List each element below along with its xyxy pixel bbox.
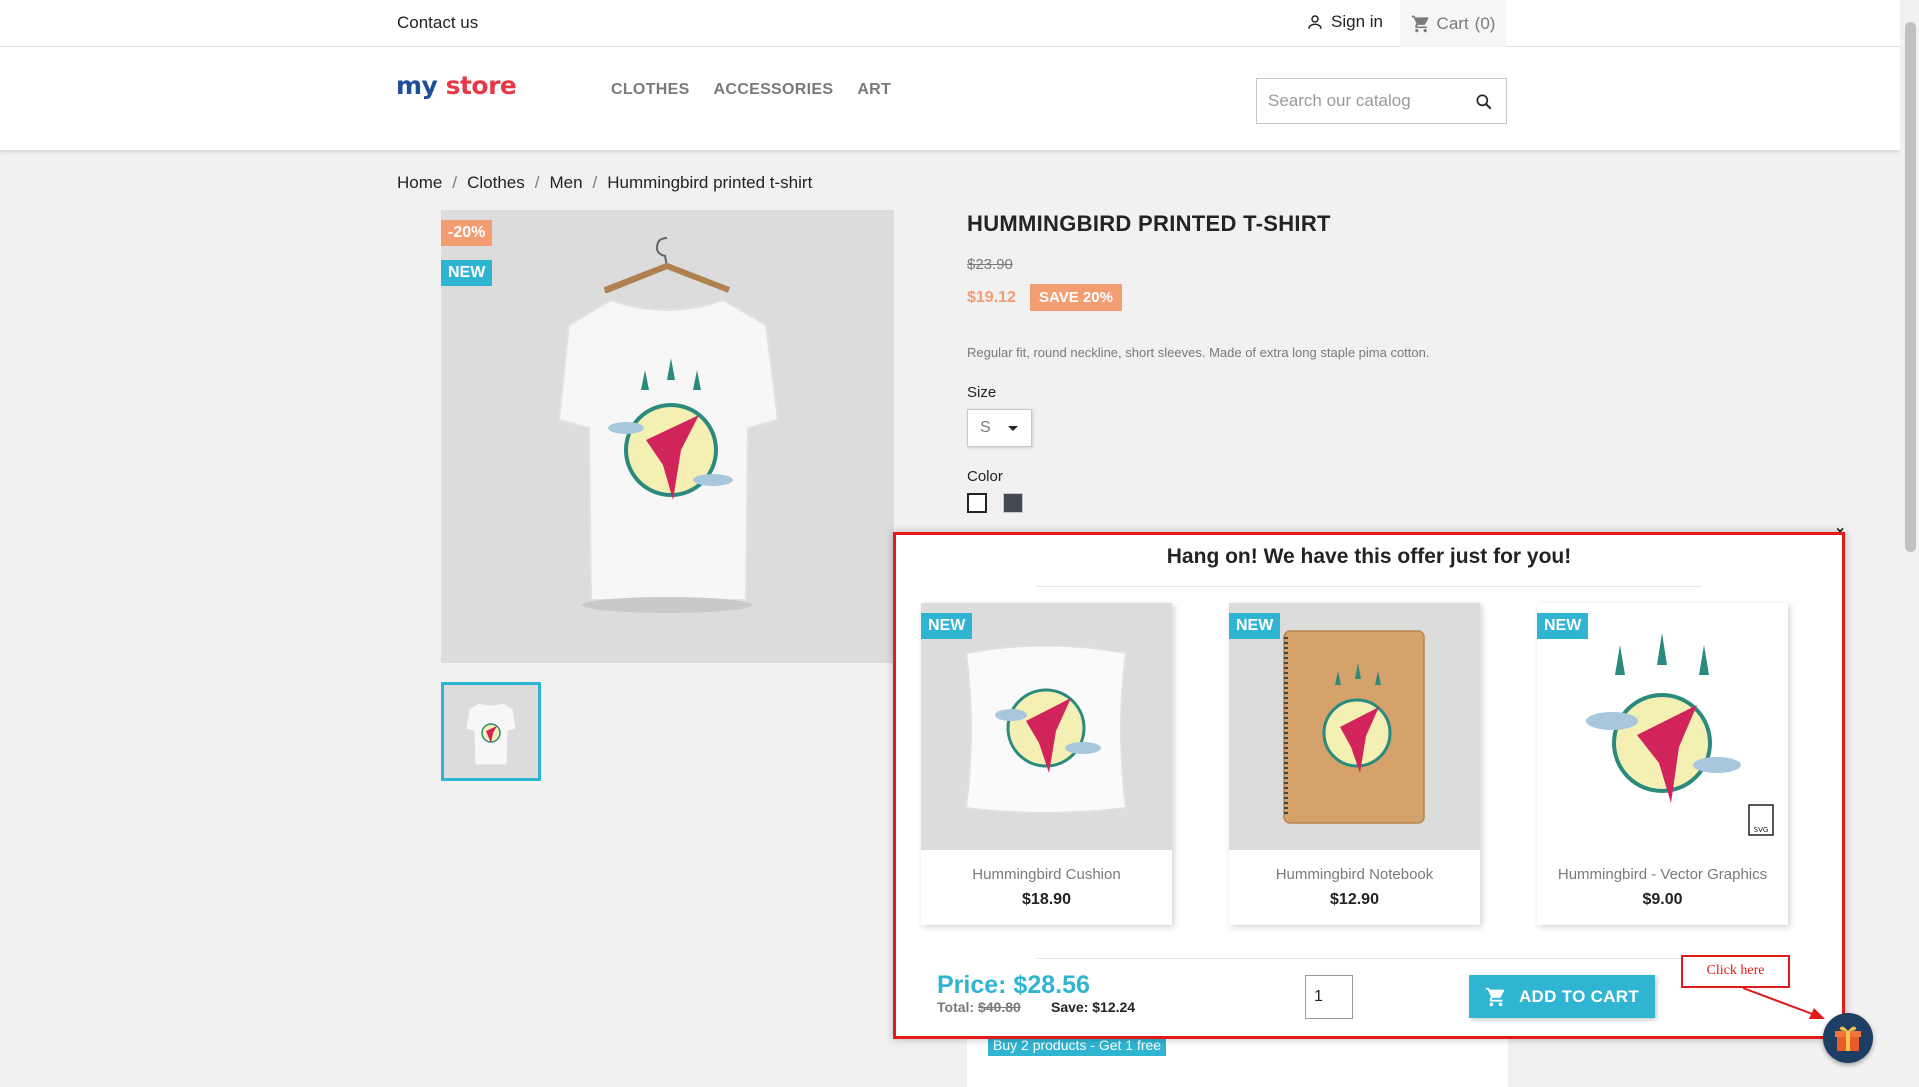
cart-count: (0)	[1474, 13, 1496, 33]
product-card-notebook[interactable]: NEW Hummingbird Notebook $12.90	[1229, 603, 1480, 925]
cushion-illustration	[964, 644, 1128, 814]
popup-title: Hang on! We have this offer just for you…	[1166, 545, 1572, 568]
logo-store: store	[445, 71, 517, 100]
breadcrumb-separator: /	[534, 173, 540, 192]
search-input[interactable]	[1257, 79, 1457, 123]
scrollbar-thumb[interactable]	[1905, 22, 1916, 552]
bundle-total: Total: $40.80	[937, 999, 1021, 1015]
main-nav: CLOTHES ACCESSORIES ART	[611, 81, 891, 99]
divider	[1036, 958, 1702, 959]
breadcrumb-separator: /	[452, 173, 458, 192]
cart-label: Cart	[1436, 13, 1469, 33]
current-price: $19.12	[967, 289, 1016, 306]
new-badge: NEW	[921, 613, 973, 639]
size-select[interactable]: S	[967, 409, 1032, 447]
breadcrumb: Home / Clothes / Men / Hummingbird print…	[397, 173, 812, 193]
save-badge: SAVE 20%	[1030, 284, 1122, 311]
total-label: Total:	[937, 999, 975, 1015]
svg-file-tag: SVG	[1754, 826, 1769, 834]
new-badge: NEW	[1537, 613, 1589, 639]
new-badge: NEW	[1229, 613, 1281, 639]
vector-graphics-illustration: SVG	[1586, 633, 1774, 836]
color-swatch-gray[interactable]	[1003, 493, 1023, 513]
contact-us-link[interactable]: Contact us	[397, 13, 478, 33]
breadcrumb-current: Hummingbird printed t-shirt	[607, 173, 813, 192]
product-card-cushion[interactable]: NEW Hummingbird Cushion $18.90	[921, 603, 1172, 925]
notebook-illustration	[1283, 630, 1425, 824]
product-price: $18.90	[1022, 891, 1071, 908]
add-to-cart-button[interactable]: ADD TO CART	[1469, 975, 1655, 1018]
notebook-image	[1229, 603, 1480, 850]
nav-art[interactable]: ART	[857, 81, 891, 99]
divider	[1036, 586, 1702, 587]
search-icon[interactable]	[1474, 92, 1494, 112]
cushion-image	[921, 603, 1172, 850]
new-badge: NEW	[441, 260, 493, 286]
breadcrumb-home[interactable]: Home	[397, 173, 442, 193]
product-name[interactable]: Hummingbird Cushion	[921, 866, 1172, 883]
cart-button[interactable]: Cart (0)	[1400, 0, 1506, 47]
site-header: my store CLOTHES ACCESSORIES ART	[0, 47, 1900, 150]
chevron-down-icon	[1008, 426, 1018, 431]
size-value: S	[980, 419, 991, 436]
user-icon	[1308, 15, 1322, 29]
discount-badge: -20%	[441, 220, 493, 246]
tshirt-thumbnail	[465, 702, 517, 766]
store-logo[interactable]: my store	[396, 71, 517, 100]
tshirt-image	[557, 237, 780, 613]
size-label: Size	[967, 384, 997, 401]
vector-graphics-image: SVG	[1537, 603, 1788, 850]
product-main-image[interactable]: -20% NEW	[441, 210, 894, 663]
product-thumbnail[interactable]	[441, 682, 541, 781]
color-label: Color	[967, 468, 1003, 485]
regular-price: $23.90	[967, 256, 1013, 273]
search-box	[1256, 78, 1507, 124]
gift-button[interactable]	[1823, 1013, 1873, 1063]
product-price: $12.90	[1330, 891, 1379, 908]
sign-in-label: Sign in	[1331, 12, 1383, 31]
cart-icon	[1411, 15, 1428, 32]
breadcrumb-clothes[interactable]: Clothes	[467, 173, 525, 193]
add-to-cart-label: ADD TO CART	[1518, 986, 1640, 1006]
total-value: $40.80	[977, 999, 1021, 1015]
sign-in-link[interactable]: Sign in	[1306, 12, 1383, 32]
product-title: HUMMINGBIRD PRINTED T-SHIRT	[967, 211, 1331, 236]
product-description: Regular fit, round neckline, short sleev…	[967, 345, 1430, 360]
nav-accessories[interactable]: ACCESSORIES	[714, 81, 834, 99]
cart-icon	[1485, 987, 1505, 1006]
top-bar: Contact us Sign in Cart (0)	[0, 0, 1900, 47]
product-name[interactable]: Hummingbird Notebook	[1229, 866, 1480, 883]
gift-icon	[1835, 1026, 1861, 1051]
breadcrumb-separator: /	[592, 173, 598, 192]
quantity-input[interactable]	[1305, 975, 1353, 1019]
nav-clothes[interactable]: CLOTHES	[611, 81, 690, 99]
product-price: $9.00	[1642, 891, 1683, 908]
bundle-price: Price: $28.56	[937, 971, 1090, 999]
breadcrumb-men[interactable]: Men	[549, 173, 582, 193]
logo-my: my	[396, 71, 438, 100]
bundle-savings: Save: $12.24	[1051, 999, 1136, 1015]
click-here-annotation: Click here	[1681, 955, 1790, 988]
product-card-vector-graphics[interactable]: SVG NEW Hummingbird - Vector Graphics $9…	[1537, 603, 1788, 925]
product-name[interactable]: Hummingbird - Vector Graphics	[1537, 866, 1788, 883]
color-swatch-white[interactable]	[967, 493, 987, 513]
